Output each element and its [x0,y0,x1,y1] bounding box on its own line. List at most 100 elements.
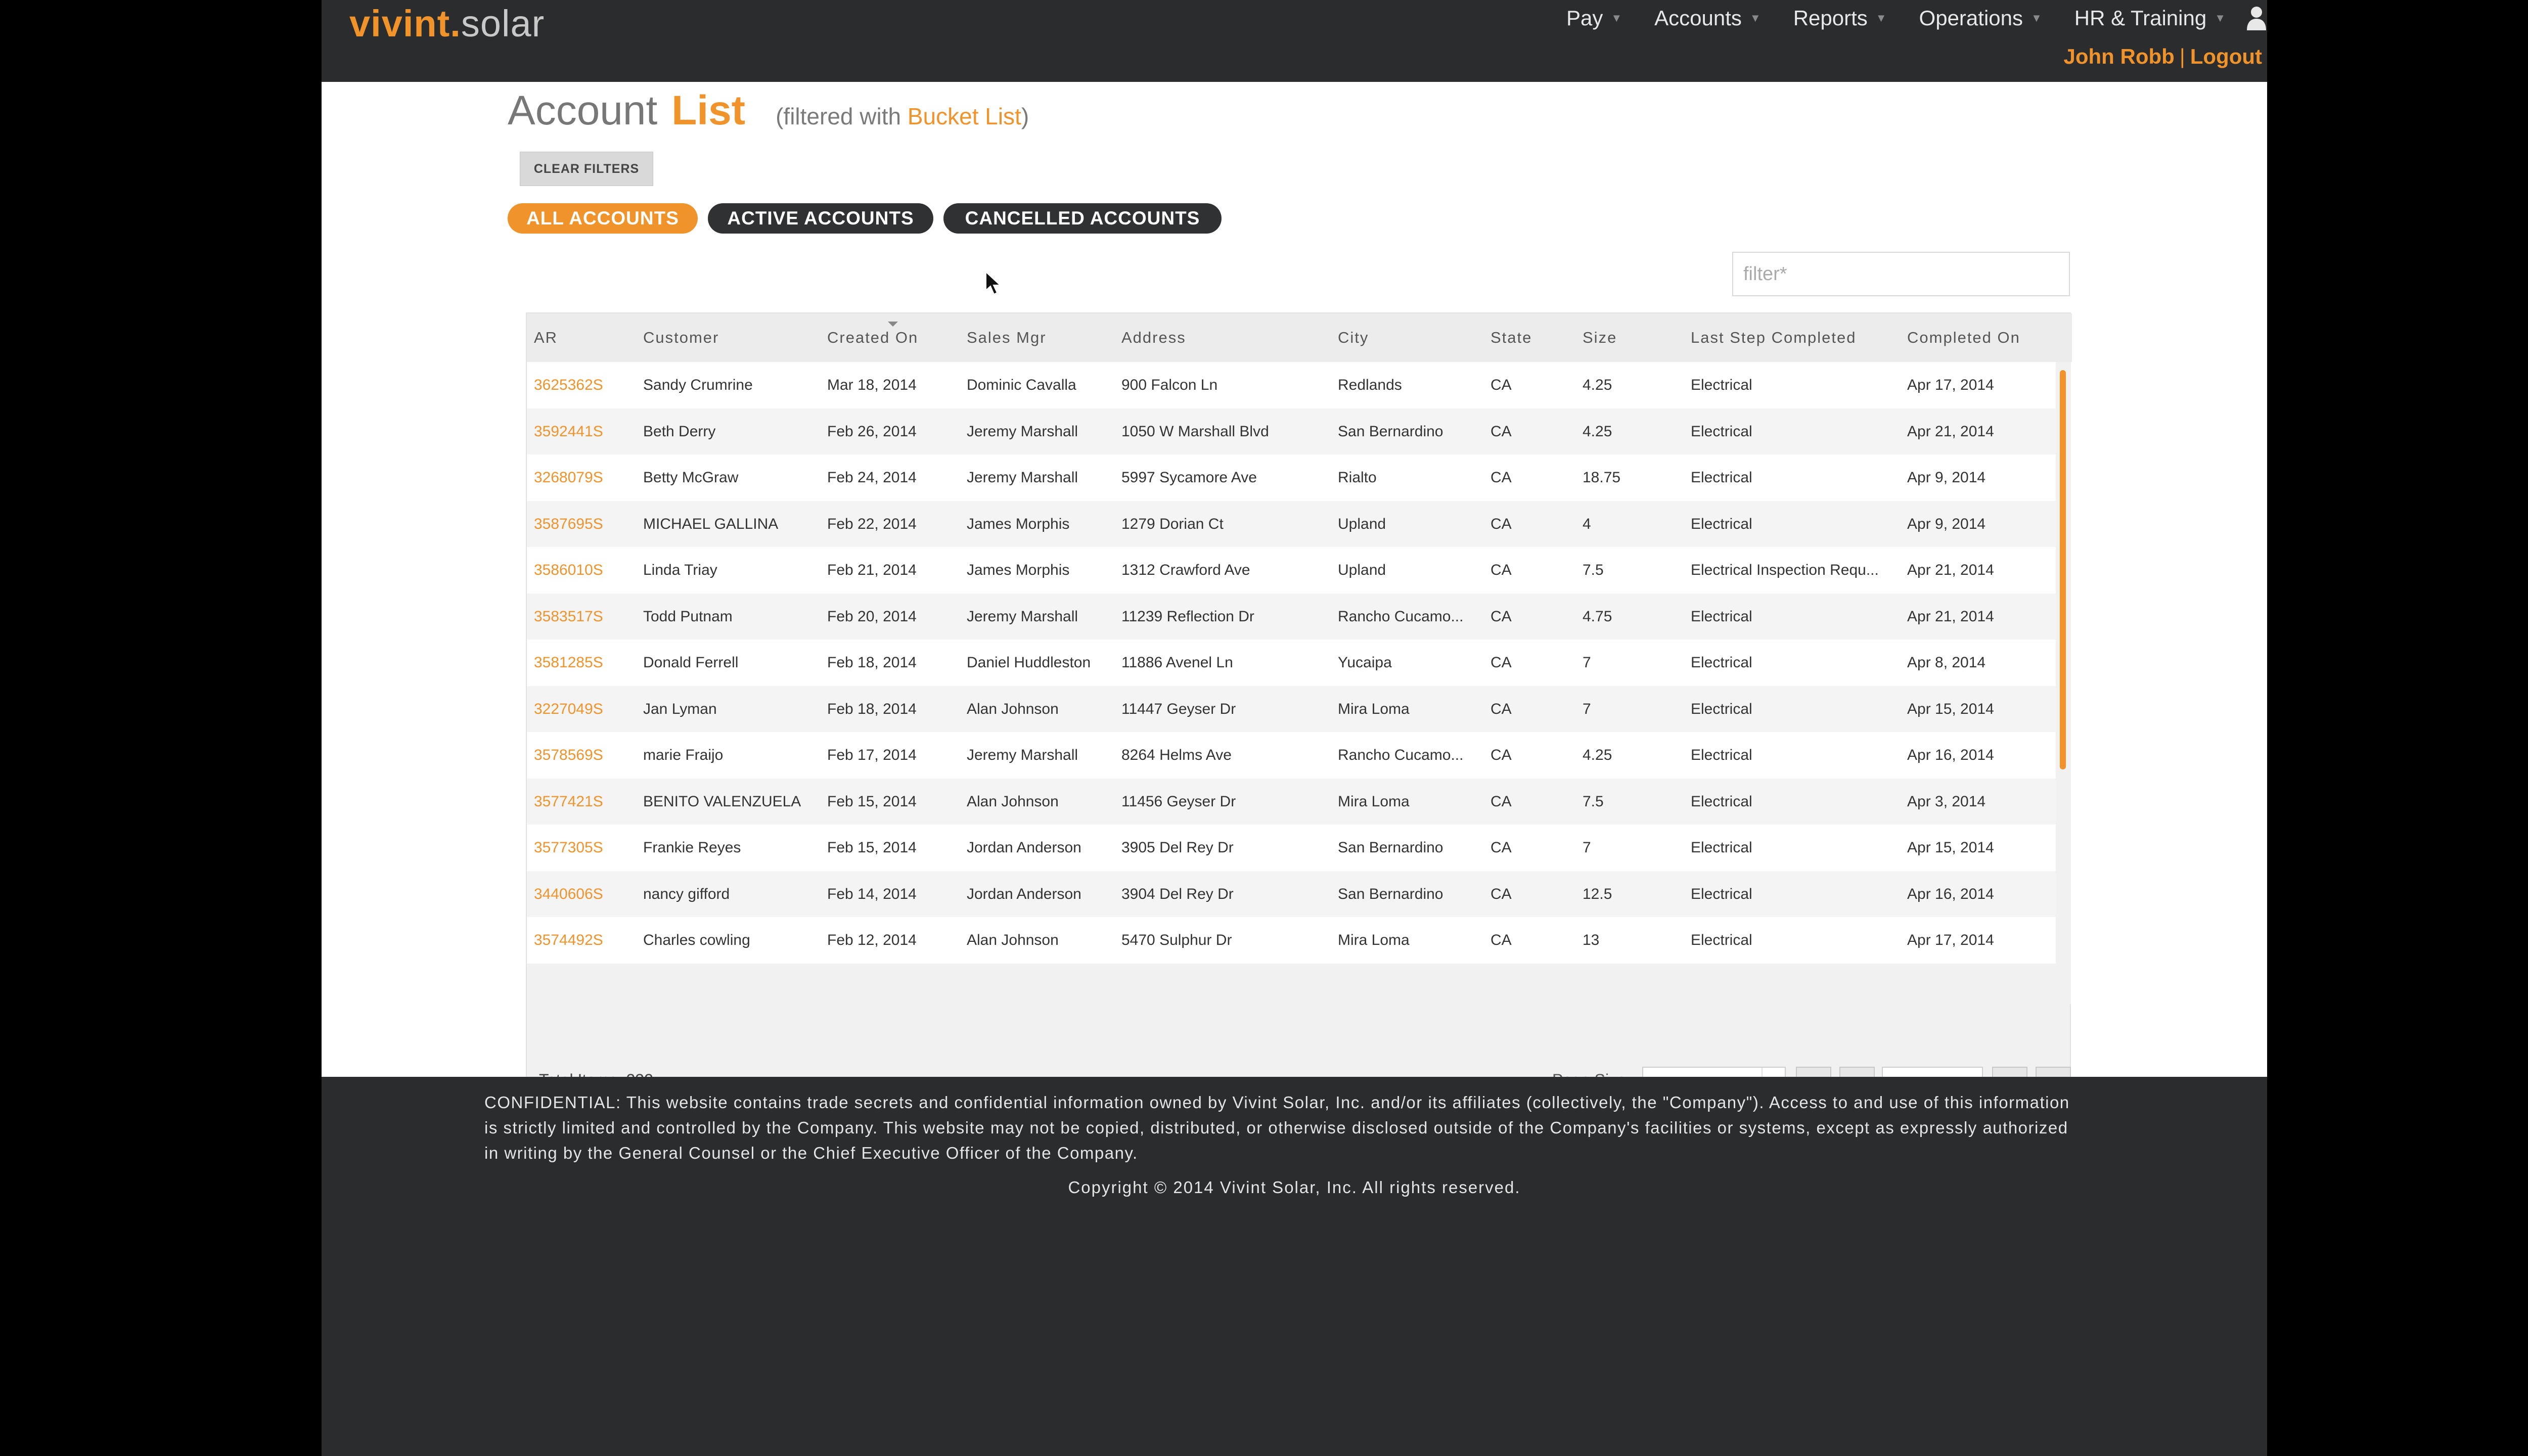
logo-suffix: solar [461,3,545,44]
cell-customer: Linda Triay [643,562,717,578]
ar-link[interactable]: 3574492S [534,917,603,964]
bucket-list-link[interactable]: Bucket List [908,103,1021,129]
column-header-created-on[interactable]: Created On [827,313,918,362]
filter-note: (filtered with Bucket List) [776,103,1029,130]
ar-link[interactable]: 3440606S [534,871,603,918]
top-bar: vivint.solar Pay ▼ Accounts ▼ Reports ▼ … [322,0,2267,82]
table-row[interactable]: 3440606S nancy gifford Feb 14, 2014 Jordan … [527,871,2056,918]
cell-sales-mgr: Daniel Huddleston [967,654,1091,671]
table-body: 3625362S Sandy Crumrine Mar 18, 2014 Domini… [527,362,2056,1004]
main-content: Account List (filtered with Bucket List)… [322,82,2267,1139]
cell-state: CA [1491,562,1512,578]
cell-size: 12.5 [1583,885,1612,902]
ar-link[interactable]: 3592441S [534,408,603,455]
cell-sales-mgr: Jeremy Marshall [967,469,1078,486]
cell-address: 11239 Reflection Dr [1121,608,1254,625]
nav-reports[interactable]: Reports ▼ [1793,6,1887,30]
column-header-address[interactable]: Address [1121,313,1186,362]
cell-address: 5997 Sycamore Ave [1121,469,1257,486]
cell-sales-mgr: Jeremy Marshall [967,423,1078,440]
cell-address: 1279 Dorian Ct [1121,515,1224,532]
ar-link[interactable]: 3578569S [534,732,603,779]
cell-last-step: Electrical [1691,793,1752,810]
cell-sales-mgr: Alan Johnson [967,700,1059,717]
ar-link[interactable]: 3227049S [534,686,603,733]
nav-hr-training[interactable]: HR & Training ▼ [2074,6,2226,30]
cell-last-step: Electrical [1691,515,1752,532]
table-row[interactable]: 3587695S MICHAEL GALLINA Feb 22, 2014 James… [527,500,2056,548]
user-name-link[interactable]: John Robb [2064,44,2175,68]
column-header-customer[interactable]: Customer [643,313,719,362]
cell-created-on: Feb 12, 2014 [827,932,917,948]
tab-cancelled-accounts[interactable]: CANCELLED ACCOUNTS [943,203,1222,234]
cell-created-on: Feb 20, 2014 [827,608,917,625]
tab-active-accounts[interactable]: ACTIVE ACCOUNTS [708,203,933,234]
chevron-down-icon: ▼ [2031,12,2042,24]
column-header-completed-on[interactable]: Completed On [1907,313,2020,362]
cell-state: CA [1491,793,1512,810]
table-row[interactable]: 3625362S Sandy Crumrine Mar 18, 2014 Domini… [527,362,2056,408]
cell-sales-mgr: Jordan Anderson [967,885,1081,902]
ar-link[interactable]: 3625362S [534,362,603,408]
cell-city: Rancho Cucamo... [1338,608,1464,625]
ar-link[interactable]: 3586010S [534,547,603,594]
cell-customer: Frankie Reyes [643,839,741,856]
table-row[interactable]: 3581285S Donald Ferrell Feb 18, 2014 Daniel… [527,640,2056,686]
nav-operations-label: Operations [1919,6,2023,30]
table-row[interactable]: 3227049S Jan Lyman Feb 18, 2014 Alan Johnso… [527,686,2056,733]
cell-city: Mira Loma [1338,932,1410,948]
column-header-ar[interactable]: AR [534,313,558,362]
ar-link[interactable]: 3583517S [534,594,603,640]
cell-address: 5470 Sulphur Dr [1121,932,1232,948]
cell-city: Yucaipa [1338,654,1392,671]
table-row[interactable]: 3574492S Charles cowling Feb 12, 2014 Alan … [527,917,2056,964]
cell-last-step: Electrical Inspection Requ... [1691,562,1879,578]
table-row[interactable]: 3583517S Todd Putnam Feb 20, 2014 Jeremy Ma… [527,593,2056,640]
vivint-solar-logo[interactable]: vivint.solar [349,1,545,47]
cell-sales-mgr: Dominic Cavalla [967,377,1076,393]
ar-link[interactable]: 3268079S [534,454,603,501]
cell-size: 4.25 [1583,377,1612,393]
ar-link[interactable]: 3581285S [534,640,603,686]
cell-last-step: Electrical [1691,469,1752,486]
clear-filters-button[interactable]: CLEAR FILTERS [520,152,653,186]
table-row[interactable]: 3586010S Linda Triay Feb 21, 2014 James Mor… [527,547,2056,594]
user-icon[interactable] [2246,5,2267,31]
scrollbar-thumb[interactable] [2060,370,2066,769]
filter-input[interactable] [1732,252,2070,296]
table-row[interactable]: 3577305S Frankie Reyes Feb 15, 2014 Jordan … [527,825,2056,871]
accounts-table: AR Customer Created On Sales Mgr Address… [526,312,2072,1139]
cell-created-on: Feb 24, 2014 [827,469,917,486]
cell-state: CA [1491,932,1512,948]
column-header-size[interactable]: Size [1583,313,1617,362]
column-header-state[interactable]: State [1491,313,1532,362]
cell-state: CA [1491,608,1512,625]
filter-note-prefix: (filtered with [776,103,901,129]
chevron-down-icon: ▼ [1749,12,1761,24]
tab-all-accounts[interactable]: ALL ACCOUNTS [508,203,698,234]
chevron-down-icon: ▼ [1875,12,1887,24]
cell-customer: Todd Putnam [643,608,733,625]
logout-link[interactable]: Logout [2190,44,2262,68]
nav-accounts[interactable]: Accounts ▼ [1654,6,1761,30]
cell-sales-mgr: James Morphis [967,562,1070,578]
column-header-sales-mgr[interactable]: Sales Mgr [967,313,1047,362]
table-row[interactable]: 3268079S Betty McGraw Feb 24, 2014 Jeremy M… [527,454,2056,501]
table-row[interactable]: 3592441S Beth Derry Feb 26, 2014 Jeremy Mar… [527,408,2056,455]
column-header-last-step[interactable]: Last Step Completed [1691,313,1857,362]
table-row[interactable]: 3578569S marie Fraijo Feb 17, 2014 Jeremy M… [527,732,2056,779]
ar-link[interactable]: 3577305S [534,825,603,871]
ar-link[interactable]: 3587695S [534,501,603,548]
cell-created-on: Feb 18, 2014 [827,700,917,717]
cell-size: 4 [1583,515,1591,532]
cell-sales-mgr: Alan Johnson [967,932,1059,948]
table-row[interactable]: 3577421S BENITO VALENZUELA Feb 15, 2014 Ala… [527,778,2056,825]
mouse-cursor-icon [985,271,1002,295]
table-header: AR Customer Created On Sales Mgr Address… [527,313,2072,362]
ar-link[interactable]: 3577421S [534,779,603,825]
nav-operations[interactable]: Operations ▼ [1919,6,2042,30]
column-header-city[interactable]: City [1338,313,1369,362]
nav-reports-label: Reports [1793,6,1868,30]
nav-pay[interactable]: Pay ▼ [1566,6,1622,30]
cell-completed-on: Apr 8, 2014 [1907,654,1986,671]
